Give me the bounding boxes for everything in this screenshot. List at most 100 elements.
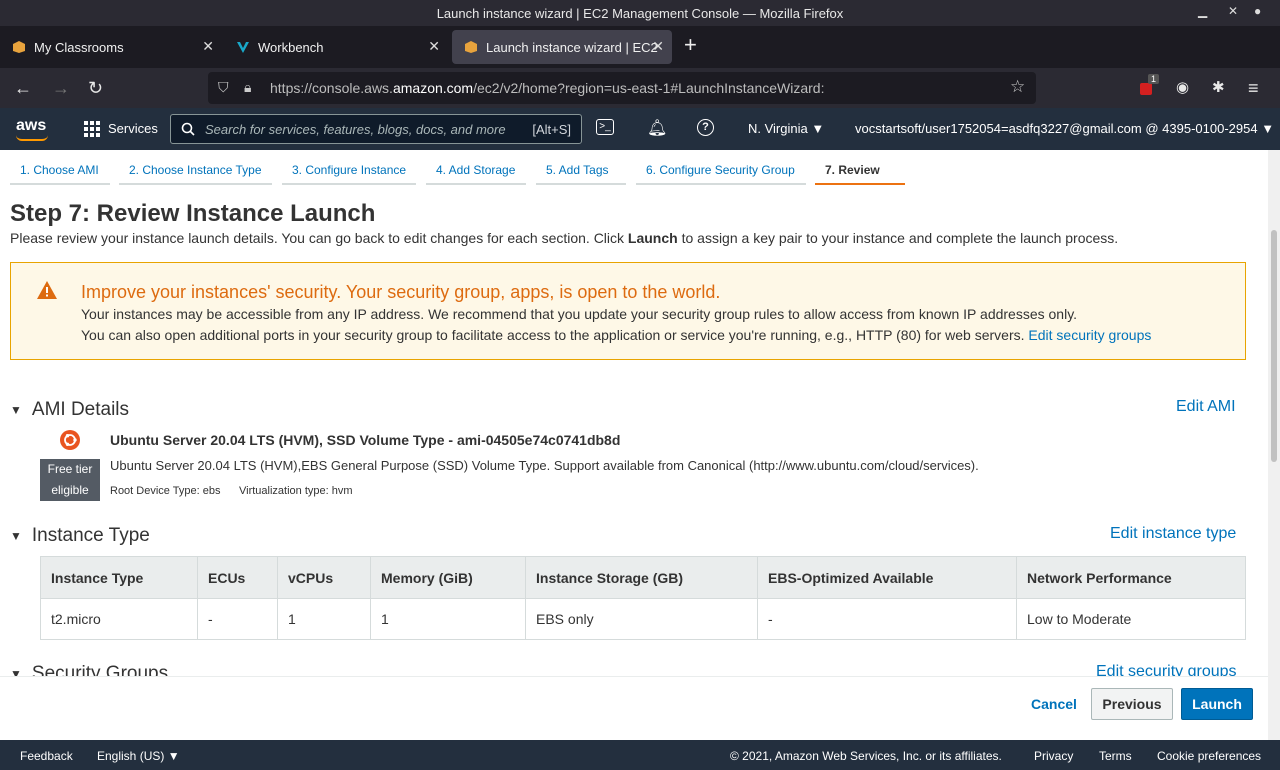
step-add-tags[interactable]: 5. Add Tags: [546, 163, 609, 177]
forward-icon[interactable]: →: [52, 78, 70, 98]
step-configure-security-group[interactable]: 6. Configure Security Group: [646, 163, 795, 177]
step-configure-instance[interactable]: 3. Configure Instance: [292, 163, 406, 177]
tab-bar: My Classrooms ✕ Workbench ✕ Launch insta…: [0, 26, 1280, 68]
close-tab-icon[interactable]: ✕: [202, 38, 214, 55]
tab-my-classrooms[interactable]: My Classrooms ✕: [0, 30, 222, 64]
minimize-icon[interactable]: ▁: [1198, 4, 1207, 18]
grid-icon[interactable]: [84, 121, 100, 137]
edit-ami-link[interactable]: Edit AMI: [1176, 398, 1236, 416]
column-header: Instance Storage (GB): [525, 556, 758, 599]
caret-down-icon: ▼: [1261, 121, 1275, 136]
table-cell: -: [757, 598, 1017, 640]
close-tab-icon[interactable]: ✕: [428, 38, 440, 55]
tab-workbench[interactable]: Workbench ✕: [224, 30, 448, 64]
edit-security-groups-link[interactable]: Edit security groups: [1028, 327, 1151, 343]
ubuntu-logo-icon: [60, 430, 80, 450]
step-review[interactable]: 7. Review: [825, 163, 880, 177]
account-label: vocstartsoft/user1752054=asdfq3227@gmail…: [855, 121, 1258, 136]
aws-logo-text: aws: [16, 117, 47, 134]
extension-badge: 1: [1148, 74, 1160, 84]
cancel-button[interactable]: Cancel: [1022, 688, 1086, 720]
step-choose-instance-type[interactable]: 2. Choose Instance Type: [129, 163, 262, 177]
free-tier-badge: Free tier eligible: [40, 459, 100, 501]
privacy-link[interactable]: Privacy: [1034, 749, 1073, 763]
column-header: ECUs: [197, 556, 278, 599]
copyright-text: © 2021, Amazon Web Services, Inc. or its…: [730, 749, 1002, 763]
reload-icon[interactable]: ↻: [88, 78, 103, 98]
main-content: Step 7: Review Instance Launch Please re…: [0, 188, 1268, 676]
table-row: t2.micro - 1 1 EBS only - Low to Moderat…: [40, 598, 1246, 640]
caret-down-icon: ▼: [10, 667, 22, 676]
step-choose-ami[interactable]: 1. Choose AMI: [20, 163, 99, 177]
close-window-icon[interactable]: ●: [1254, 4, 1261, 18]
box-icon: [465, 41, 477, 53]
region-label: N. Virginia: [748, 121, 808, 136]
feedback-link[interactable]: Feedback: [20, 749, 73, 763]
step-underline: [282, 183, 416, 185]
step-underline: [636, 183, 806, 185]
alert-text: Your instances may be accessible from an…: [81, 306, 1078, 322]
launch-button[interactable]: Launch: [1181, 688, 1253, 720]
section-title: AMI Details: [31, 399, 130, 420]
column-header: vCPUs: [277, 556, 371, 599]
help-icon[interactable]: ?: [697, 119, 714, 136]
ami-details-header[interactable]: ▼ AMI Details: [10, 399, 129, 421]
page-scrollbar[interactable]: [1268, 150, 1280, 740]
edit-instance-type-link[interactable]: Edit instance type: [1110, 525, 1236, 543]
section-title: Security Groups: [31, 663, 169, 676]
aws-smile-icon: [16, 135, 48, 141]
instance-type-header[interactable]: ▼ Instance Type: [10, 525, 150, 547]
bookmark-star-icon[interactable]: ☆: [1010, 77, 1025, 97]
column-header: Memory (GiB): [370, 556, 526, 599]
close-tab-icon[interactable]: ✕: [652, 38, 664, 55]
security-groups-header[interactable]: ▼ Security Groups: [10, 663, 168, 676]
alert-text-2: You can also open additional ports in yo…: [81, 327, 1151, 343]
tab-launch-wizard[interactable]: Launch instance wizard | EC2 ✕: [452, 30, 672, 64]
caret-down-icon: ▼: [10, 403, 22, 417]
cookie-preferences-link[interactable]: Cookie preferences: [1157, 749, 1261, 763]
lock-icon[interactable]: 🔒︎: [244, 79, 251, 96]
maximize-icon[interactable]: ✕: [1228, 4, 1238, 18]
scrollbar-thumb[interactable]: [1271, 230, 1277, 462]
tab-label: Workbench: [258, 39, 324, 55]
column-header: Instance Type: [40, 556, 198, 599]
back-icon[interactable]: ←: [14, 78, 32, 98]
shield-icon[interactable]: ⛉: [218, 79, 229, 96]
instance-type-table: Instance Type ECUs vCPUs Memory (GiB) In…: [40, 556, 1246, 640]
previous-button[interactable]: Previous: [1091, 688, 1173, 720]
wizard-action-bar: Cancel Previous Launch: [0, 676, 1268, 740]
account-menu[interactable]: vocstartsoft/user1752054=asdfq3227@gmail…: [855, 121, 1274, 136]
window-title: Launch instance wizard | EC2 Management …: [436, 5, 844, 21]
table-cell: Low to Moderate: [1016, 598, 1246, 640]
terms-link[interactable]: Terms: [1099, 749, 1132, 763]
console-footer: Feedback English (US) ▼ © 2021, Amazon W…: [0, 740, 1280, 770]
table-cell: EBS only: [525, 598, 758, 640]
extension-paw-icon[interactable]: ✱: [1212, 78, 1225, 98]
services-menu[interactable]: Services: [108, 121, 158, 136]
url-host: amazon.com: [392, 80, 474, 96]
step-add-storage[interactable]: 4. Add Storage: [436, 163, 515, 177]
page-desc-text: Please review your instance launch detai…: [10, 230, 628, 246]
virtualization-type: Virtualization type: hvm: [239, 485, 353, 497]
edit-security-groups-link[interactable]: Edit security groups: [1096, 663, 1237, 676]
region-selector[interactable]: N. Virginia ▼: [748, 121, 824, 136]
aws-search-input[interactable]: Search for services, features, blogs, do…: [170, 114, 582, 144]
table-cell: t2.micro: [40, 598, 198, 640]
step-underline: [10, 183, 110, 185]
page-title: Step 7: Review Instance Launch: [10, 200, 376, 227]
column-header: EBS-Optimized Available: [757, 556, 1017, 599]
free-tier-text: Free tier: [47, 462, 93, 476]
tab-label: Launch instance wizard | EC2: [486, 39, 658, 55]
extension-mask-icon[interactable]: ◉: [1176, 78, 1189, 98]
language-label: English (US): [97, 749, 165, 763]
new-tab-icon[interactable]: +: [684, 34, 697, 56]
aws-logo[interactable]: aws: [16, 117, 48, 141]
bell-icon[interactable]: 🔔︎: [647, 118, 667, 138]
language-selector[interactable]: English (US) ▼: [97, 749, 180, 763]
menu-icon[interactable]: ≡: [1248, 78, 1259, 98]
step-underline: [536, 183, 626, 185]
free-tier-text: eligible: [51, 483, 89, 497]
url-bar[interactable]: ⛉ 🔒︎ https://console.aws. amazon.com/ec2/…: [208, 72, 1036, 104]
wizard-steps: 1. Choose AMI 2. Choose Instance Type 3.…: [0, 150, 1268, 188]
cloudshell-icon[interactable]: >_: [596, 119, 614, 135]
